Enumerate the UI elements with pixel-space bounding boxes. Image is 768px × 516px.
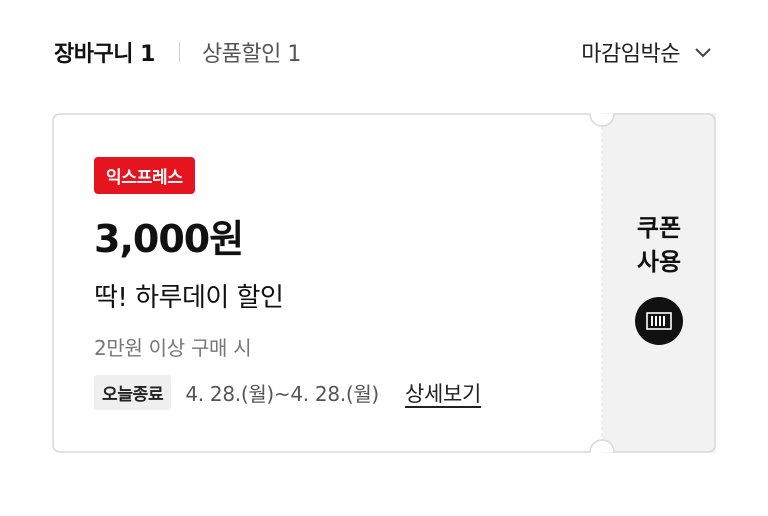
coupon-period: 4. 28.(월)~4. 28.(월): [185, 382, 379, 406]
detail-link[interactable]: 상세보기: [405, 378, 481, 408]
coupon-period-row: 오늘종료 4. 28.(월)~4. 28.(월) 상세보기: [94, 375, 594, 410]
coupon-title: 딱! 하루데이 할인: [94, 283, 284, 313]
chevron-down-icon: [695, 48, 711, 58]
coupon-info: 익스프레스 3,000원 딱! 하루데이 할인 2만원 이상 구매 시 오늘종료…: [94, 157, 594, 410]
coupon-card: 익스프레스 3,000원 딱! 하루데이 할인 2만원 이상 구매 시 오늘종료…: [52, 113, 716, 453]
sort-dropdown[interactable]: 마감임박순: [581, 30, 714, 74]
express-badge: 익스프레스: [94, 157, 195, 194]
use-coupon-label-line2: 사용: [636, 248, 682, 276]
barcode-icon: [635, 297, 683, 345]
use-coupon-label-line1: 쿠폰: [636, 214, 682, 242]
tab-divider: [178, 42, 180, 62]
tab-cart[interactable]: 장바구니 1: [54, 36, 155, 68]
tab-product-discount[interactable]: 상품할인 1: [202, 36, 301, 68]
use-coupon-button[interactable]: 쿠폰 사용: [602, 113, 716, 453]
use-coupon-label: 쿠폰 사용: [624, 211, 694, 279]
sort-label: 마감임박순: [581, 42, 680, 67]
ends-today-tag: 오늘종료: [94, 375, 172, 410]
coupon-condition: 2만원 이상 구매 시: [94, 336, 252, 360]
discount-amount: 3,000원: [94, 217, 244, 261]
coupon-header: 장바구니 1 상품할인 1 마감임박순: [54, 30, 714, 74]
